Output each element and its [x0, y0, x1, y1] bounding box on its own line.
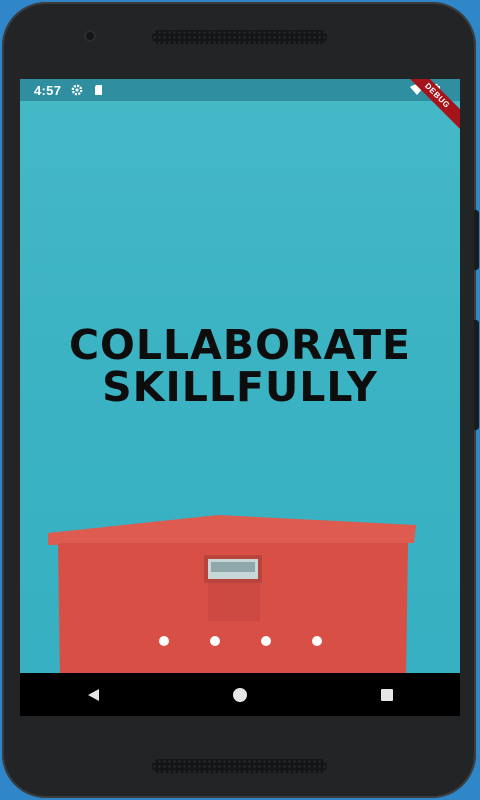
status-time: 4:57 [34, 82, 62, 98]
headline-line-1: COLLABORATE [68, 321, 412, 369]
navigation-bar [20, 673, 460, 716]
home-button[interactable] [220, 680, 260, 710]
page-indicator [20, 636, 460, 646]
building-image [48, 515, 416, 679]
phone-frame: 4:57 DEBUG COLLABORATE SKILLFULLY [2, 2, 476, 798]
status-bar: 4:57 DEBUG [20, 79, 460, 133]
bottom-speaker [152, 759, 327, 773]
power-button [474, 320, 479, 430]
recents-button[interactable] [367, 680, 407, 710]
top-speaker [152, 30, 327, 44]
page-dot[interactable] [260, 636, 271, 646]
page-dot[interactable] [158, 636, 169, 646]
front-camera [84, 30, 96, 42]
home-icon [232, 687, 247, 702]
slide-headline: COLLABORATE SKILLFULLY [20, 324, 460, 408]
recents-icon [380, 688, 393, 701]
volume-button [474, 210, 479, 270]
app-screen: 4:57 DEBUG COLLABORATE SKILLFULLY [20, 79, 460, 716]
headline-line-2: SKILLFULLY [102, 363, 378, 411]
back-icon [88, 688, 100, 701]
gear-icon [71, 84, 83, 96]
back-button[interactable] [73, 680, 113, 710]
sd-card-icon [93, 84, 105, 96]
page-dot[interactable] [209, 636, 220, 646]
page-dot[interactable] [311, 636, 322, 646]
